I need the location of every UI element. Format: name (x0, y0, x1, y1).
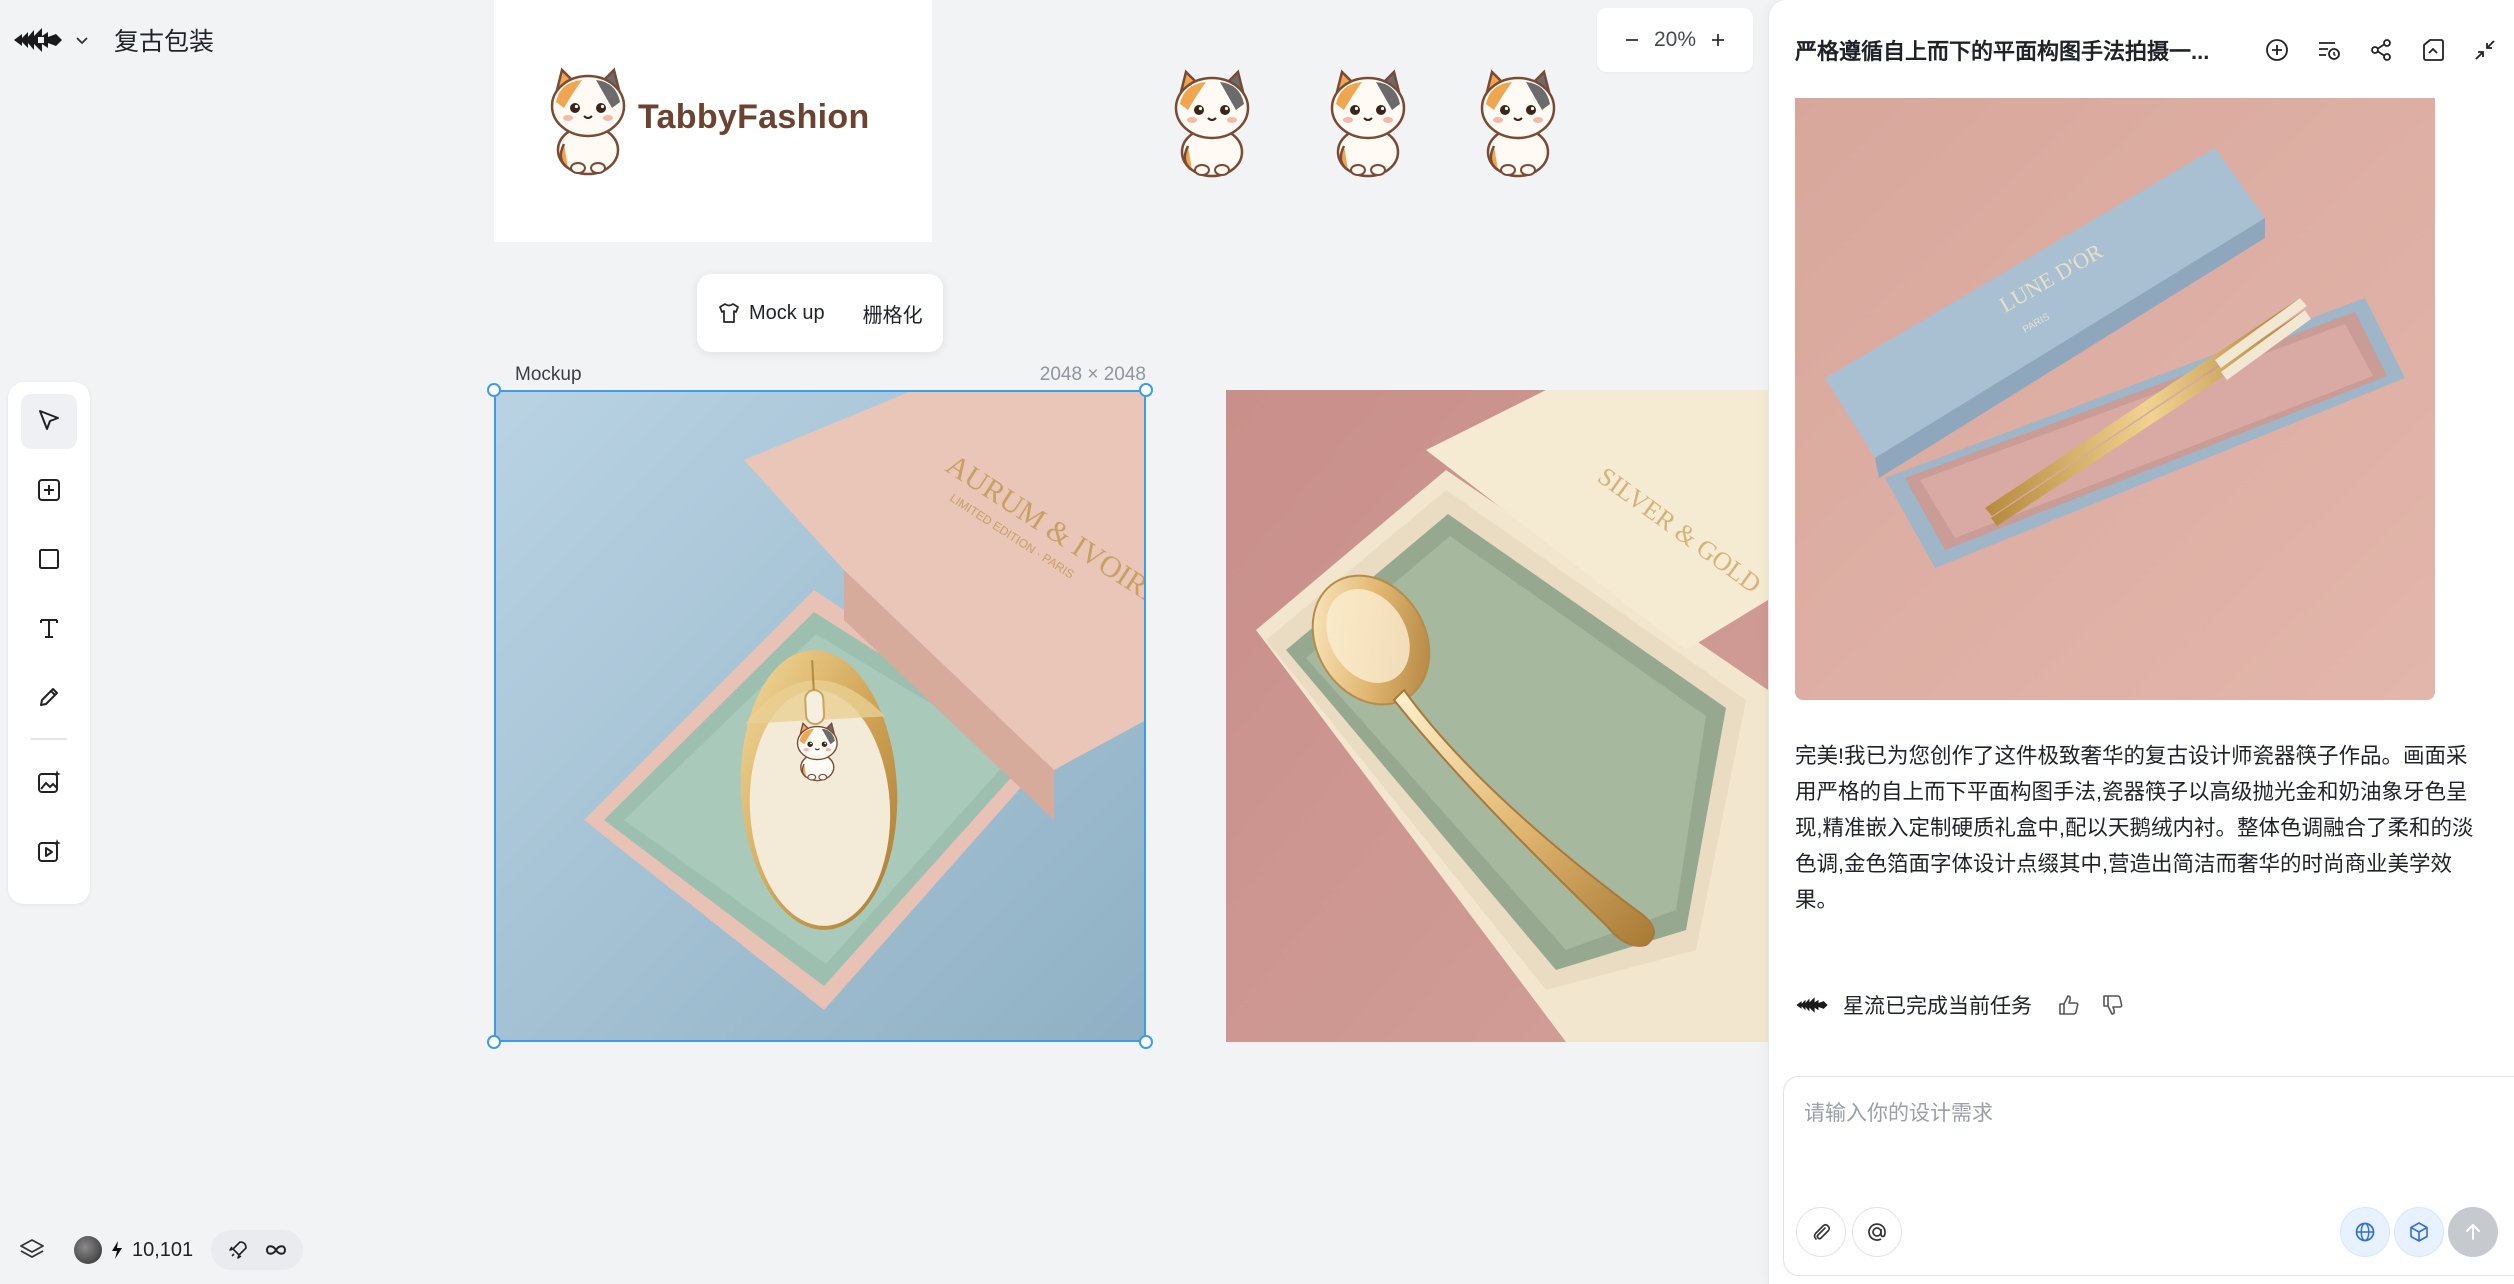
rocket-icon (228, 1241, 247, 1259)
pen-tool[interactable] (21, 669, 77, 724)
zoom-level[interactable]: 20% (1654, 28, 1696, 52)
starflow-logo-icon (14, 28, 62, 52)
infinity-icon (265, 1245, 286, 1255)
cat-sticker-icon[interactable] (1472, 66, 1564, 178)
cat-mascot-icon (550, 67, 626, 176)
rectangle-tool[interactable] (21, 532, 77, 587)
image-sparkle-icon (38, 769, 61, 793)
prompt-input-box (1783, 1076, 2514, 1276)
mockup-image-frame[interactable]: AURUM & IVOIRE LIMITED EDITION · PARIS (494, 390, 1146, 1042)
generated-image[interactable]: LUNE D'OR PARIS (1795, 98, 2435, 700)
at-icon (1868, 1223, 1886, 1241)
frame-context-menu: Mock up 栅格化 (697, 274, 943, 352)
frame-label[interactable]: Mockup (515, 364, 582, 386)
credits-display[interactable]: 10,101 (74, 1230, 193, 1270)
pencil-icon (40, 687, 58, 706)
image-generate-tool[interactable] (21, 754, 77, 809)
plus-circle-icon (2266, 39, 2288, 61)
tshirt-icon (719, 303, 739, 323)
dislike-button[interactable] (2098, 990, 2128, 1020)
toolbar-divider (31, 738, 67, 741)
history-button[interactable] (2314, 35, 2344, 65)
thumbs-down-icon (2103, 995, 2123, 1015)
video-sparkle-icon (38, 838, 61, 862)
brand-wordmark: TabbyFashion (638, 98, 870, 136)
task-status-row: 星流已完成当前任务 (1795, 988, 2128, 1022)
mention-button[interactable] (1852, 1207, 1902, 1257)
text-tool[interactable] (21, 601, 77, 656)
assistant-panel: 严格遵循自上而下的平面构图手法拍摄一... LUNE D'OR PARIS 完美… (1768, 0, 2514, 1284)
plus-icon (1712, 34, 1724, 46)
share-icon (2371, 39, 2391, 61)
collapse-arrows-icon (2475, 40, 2495, 60)
chopsticks-image: LUNE D'OR PARIS (1795, 98, 2435, 700)
mockup-button[interactable]: Mock up (711, 290, 831, 336)
send-button[interactable] (2448, 1207, 2498, 1257)
app-brand[interactable]: 复古包装 (12, 18, 214, 62)
mockup-image: AURUM & IVOIRE LIMITED EDITION · PARIS (494, 390, 1146, 1042)
rasterize-label: 栅格化 (862, 304, 923, 327)
video-generate-tool[interactable] (21, 823, 77, 878)
share-button[interactable] (2366, 35, 2396, 65)
add-frame-icon (38, 479, 60, 502)
web-search-toggle[interactable] (2340, 1207, 2390, 1257)
rasterize-button[interactable]: 栅格化 (857, 290, 929, 336)
folder-icon (2423, 39, 2444, 61)
logo-artboard[interactable]: TabbyFashion (494, 0, 932, 242)
new-chat-button[interactable] (2262, 35, 2292, 65)
resize-handle-top-right[interactable] (1139, 383, 1153, 397)
zoom-control: 20% (1597, 8, 1753, 72)
cat-sticker-icon[interactable] (1166, 66, 1258, 178)
spoon-image-frame[interactable]: SILVER & GOLD (1226, 390, 1768, 1042)
bottom-bar: 10,101 (18, 1230, 304, 1270)
resize-handle-bottom-left[interactable] (487, 1035, 501, 1049)
thumbs-up-icon (2059, 995, 2079, 1015)
left-toolbar (8, 382, 90, 904)
model-3d-toggle[interactable] (2394, 1207, 2444, 1257)
frame-tool[interactable] (21, 463, 77, 518)
select-tool[interactable] (21, 394, 77, 449)
resize-handle-bottom-right[interactable] (1139, 1035, 1153, 1049)
globe-icon (2355, 1222, 2375, 1242)
task-status-text: 星流已完成当前任务 (1843, 995, 2032, 1018)
resize-handle-top-left[interactable] (487, 383, 501, 397)
assets-button[interactable] (2418, 35, 2448, 65)
square-icon (39, 549, 59, 570)
zoom-out-button[interactable] (1619, 27, 1645, 53)
chevron-down-icon[interactable] (74, 32, 90, 48)
minus-icon (1626, 39, 1638, 41)
assistant-message: 完美!我已为您创作了这件极致奢华的复古设计师瓷器筷子作品。画面采用严格的自上而下… (1795, 744, 2474, 912)
cat-sticker-icon[interactable] (1322, 66, 1414, 178)
starflow-logo-icon (1796, 997, 1828, 1013)
zoom-in-button[interactable] (1705, 27, 1731, 53)
prompt-input[interactable] (1804, 1097, 2404, 1157)
frame-size: 2048 × 2048 (1039, 364, 1146, 385)
collapse-panel-button[interactable] (2470, 35, 2500, 65)
cursor-arrow-icon (39, 410, 59, 431)
like-button[interactable] (2054, 990, 2084, 1020)
credits-count: 10,101 (132, 1238, 194, 1261)
attach-button[interactable] (1796, 1207, 1846, 1257)
history-list-icon (2319, 42, 2340, 60)
cube-icon (2410, 1222, 2428, 1242)
arrow-up-icon (2466, 1224, 2480, 1240)
layers-icon[interactable] (18, 1236, 46, 1264)
project-title[interactable]: 复古包装 (114, 22, 214, 58)
conversation-title[interactable]: 严格遵循自上而下的平面构图手法拍摄一... (1795, 34, 2216, 66)
panel-header: 严格遵循自上而下的平面构图手法拍摄一... (1795, 28, 2500, 72)
plan-pill[interactable] (211, 1230, 304, 1270)
mockup-label: Mock up (749, 301, 825, 324)
avatar[interactable] (74, 1236, 102, 1264)
lightning-icon (112, 1241, 122, 1259)
text-icon (40, 619, 58, 638)
spoon-image: SILVER & GOLD (1226, 390, 1768, 1042)
paperclip-icon (1813, 1223, 1831, 1240)
